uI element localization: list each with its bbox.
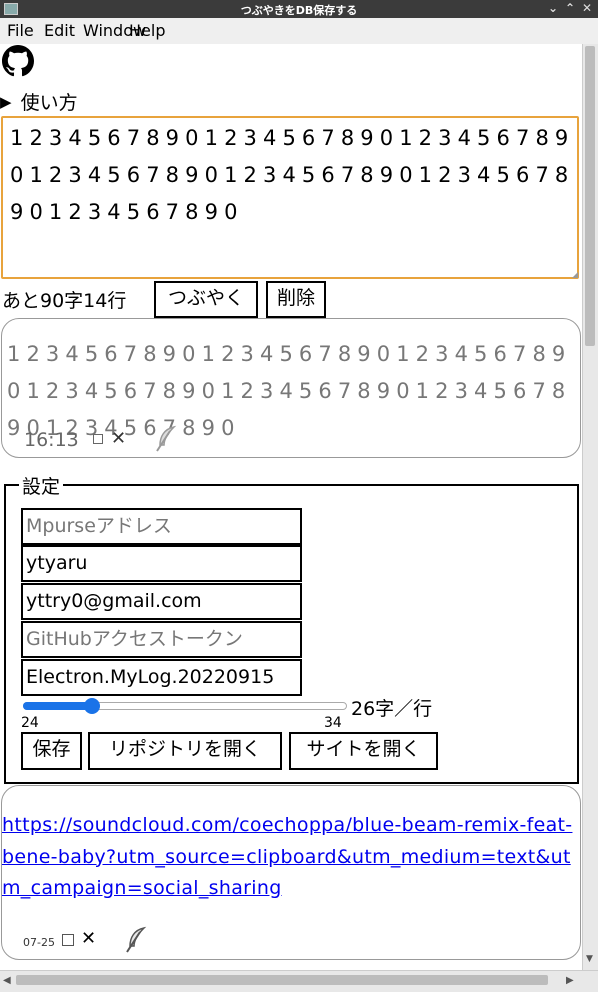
open-site-button[interactable]: サイトを開く [289,732,438,770]
window-title: つぶやきをDB保存する [240,4,358,17]
horizontal-scroll-thumb[interactable] [16,975,548,985]
tweet-textarea[interactable]: 1234567890123456789012345678901234567890… [1,116,579,279]
post-link[interactable]: https://soundcloud.com/coechoppa/blue-be… [2,814,572,899]
vertical-scrollbar[interactable]: ▼ [582,44,598,970]
scroll-down-arrow-icon[interactable]: ▼ [586,954,593,964]
post-delete-icon[interactable]: ✕ [111,428,126,449]
post-time: 16:13 [24,429,79,451]
feather-icon[interactable] [124,926,148,954]
chars-per-line-slider-thumb[interactable] [84,698,100,714]
email-input[interactable]: yttry0@gmail.com [21,583,302,620]
slider-max-label: 34 [324,715,342,731]
chars-per-line-slider-fill [23,702,93,710]
github-icon[interactable] [2,45,34,77]
feather-icon[interactable] [154,425,178,453]
post-checkbox[interactable] [62,934,74,946]
post-text: 1234567890123456789012345678901234567890… [7,342,572,440]
scroll-right-arrow-icon[interactable]: ▶ [566,975,574,986]
menu-file[interactable]: File [7,21,34,40]
resize-handle-icon[interactable]: ◢ [572,270,578,279]
minimize-button[interactable]: ⌄ [548,1,558,15]
repository-input[interactable]: Electron.MyLog.20220915 [21,659,302,696]
username-input[interactable]: ytyaru [21,545,302,582]
open-repository-button[interactable]: リポジトリを開く [88,732,282,770]
maximize-button[interactable]: ⌃ [565,1,575,15]
post-link-container: https://soundcloud.com/coechoppa/blue-be… [2,810,580,905]
vertical-scroll-thumb[interactable] [585,46,595,346]
menu-window[interactable]: Help [129,21,165,40]
app-content: ▶ 使い方 1234567890123456789012345678901234… [0,44,582,970]
settings-legend: 設定 [19,472,64,499]
tweet-button[interactable]: つぶやく [154,281,258,318]
scroll-left-arrow-icon[interactable]: ◀ [3,975,11,986]
slider-min-label: 24 [21,715,39,731]
mpurse-address-input[interactable]: Mpurseアドレス [21,508,302,545]
howto-label: 使い方 [20,92,78,114]
menu-bar: File Edit Window Help [0,18,598,44]
disclosure-triangle-icon: ▶ [0,93,12,111]
horizontal-scrollbar[interactable]: ◀ ▶ [0,970,598,992]
post-checkbox[interactable] [93,434,103,444]
post-date: 07-25 [23,936,55,949]
chars-per-line-label: 26字／行 [351,698,433,720]
close-button[interactable]: ✕ [582,1,592,15]
howto-summary[interactable]: ▶ 使い方 [0,88,78,115]
remaining-counter: あと90字14行 [2,290,127,312]
save-button[interactable]: 保存 [21,732,82,770]
title-bar: つぶやきをDB保存する ⌄ ⌃ ✕ [0,0,598,18]
post-delete-icon[interactable]: ✕ [81,928,96,949]
delete-button[interactable]: 削除 [266,281,326,318]
github-token-input[interactable]: GitHubアクセストークン [21,621,302,658]
menu-edit[interactable]: Edit [44,21,75,40]
